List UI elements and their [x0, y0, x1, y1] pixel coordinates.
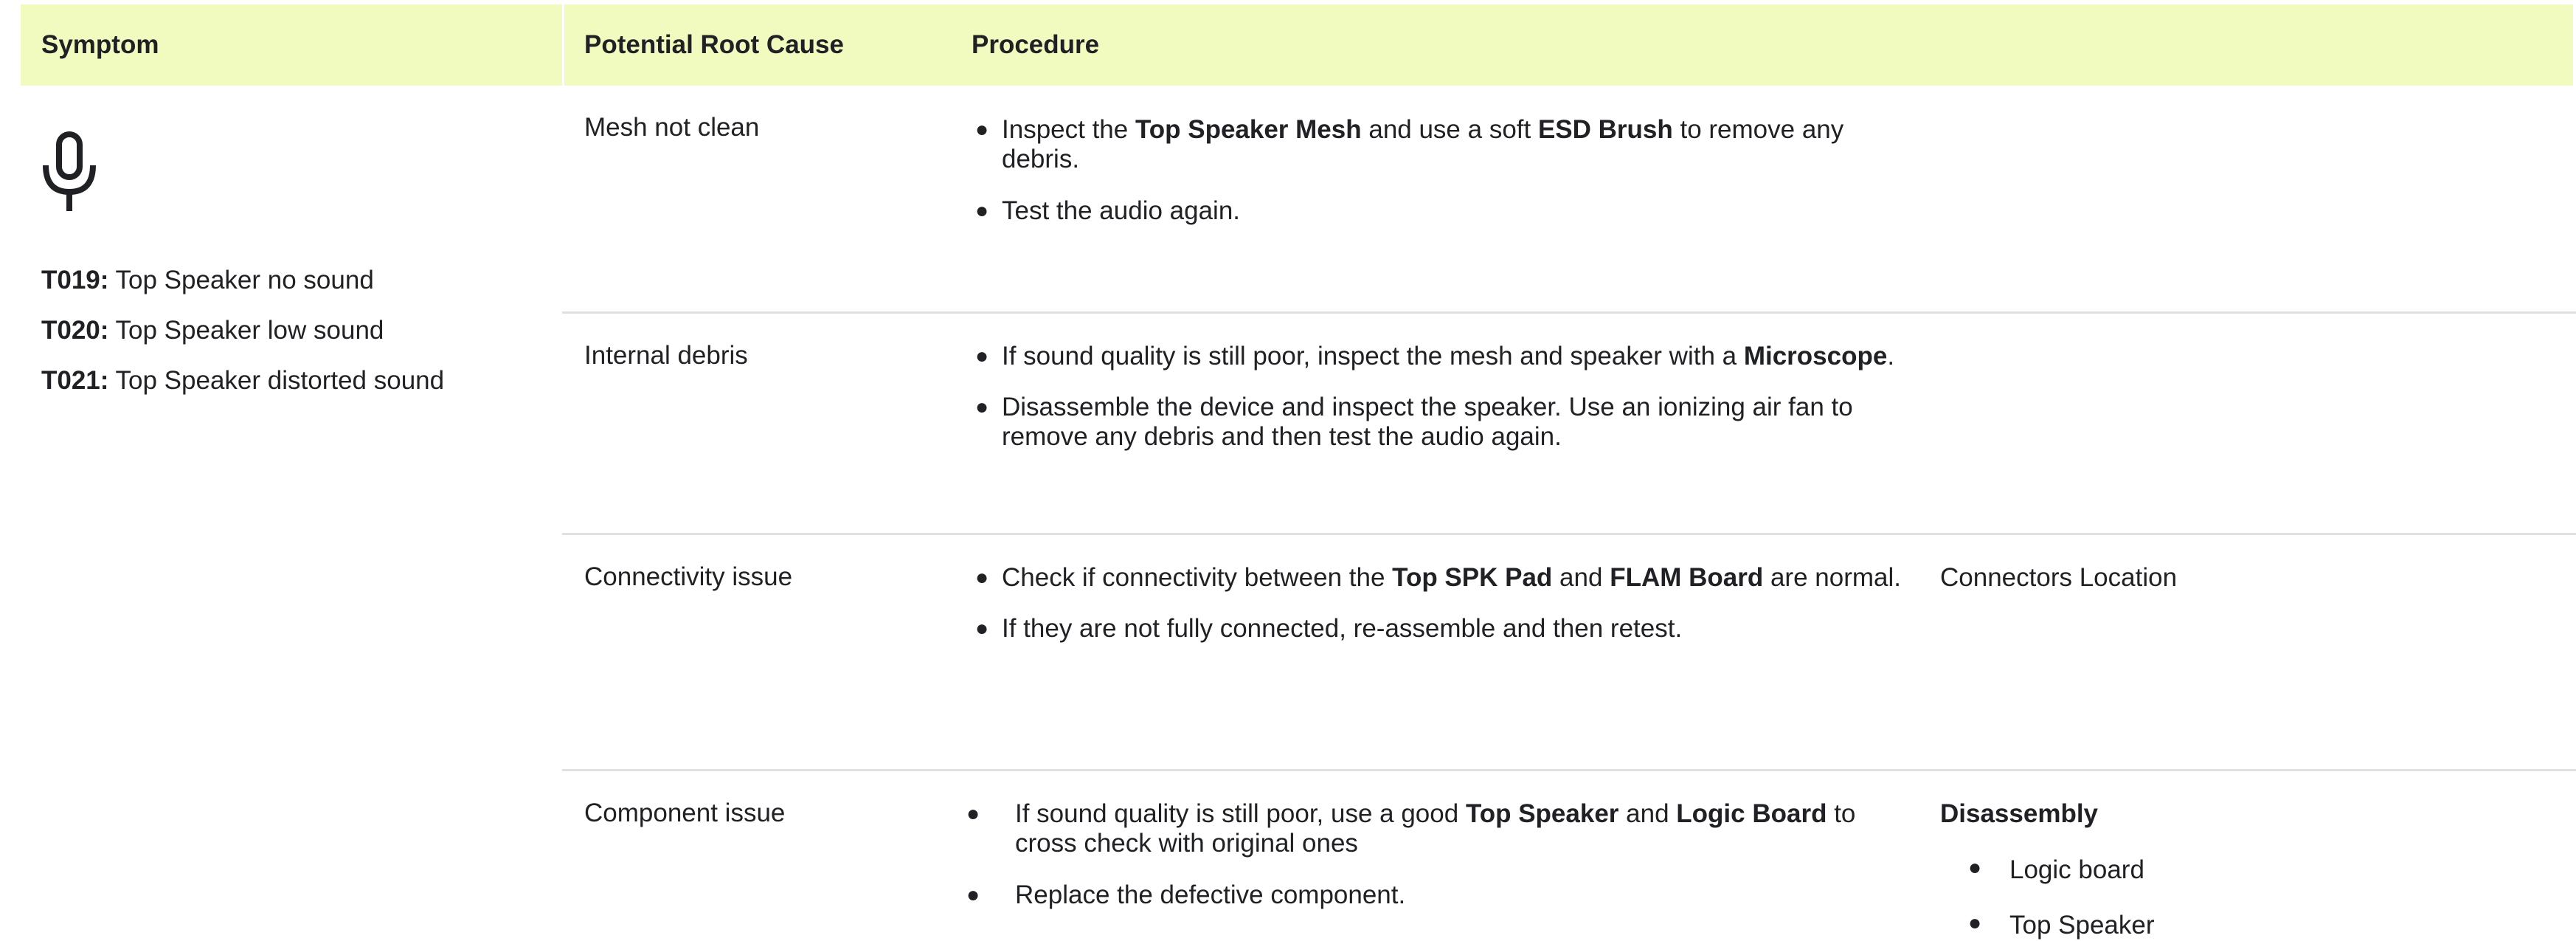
- symptom-code-line: T019: Top Speaker no sound: [41, 266, 374, 295]
- bullet: ●: [975, 395, 989, 419]
- root-cause-text: Connectivity issue: [584, 562, 793, 591]
- text-run: Disassemble the device and inspect the s…: [1002, 393, 1853, 421]
- symptom-text: Top Speaker no sound: [108, 266, 374, 294]
- procedure-step: ● Test the audio again.: [975, 196, 1739, 226]
- procedure-step: ● If sound quality is still poor, inspec…: [975, 342, 1894, 371]
- root-cause-text: Component issue: [584, 799, 786, 827]
- procedure-line: If sound quality is still poor, inspect …: [1002, 342, 1894, 370]
- table-header: Symptom Potential Root Cause Procedure: [21, 4, 2573, 86]
- text-run: and use a soft: [1361, 115, 1538, 144]
- text-run: to: [1827, 799, 1856, 828]
- procedure-step: ● Inspect the Top Speaker Mesh and use a…: [975, 115, 1843, 174]
- text-run: are normal.: [1763, 563, 1901, 592]
- procedure-line: If sound quality is still poor, use a go…: [1015, 799, 1855, 828]
- symptom-text: Top Speaker distorted sound: [108, 366, 445, 395]
- text-run: Replace the defective component.: [1015, 880, 1406, 909]
- bullet: ●: [975, 199, 989, 223]
- disassembly-item-label: Logic board: [2009, 855, 2144, 884]
- symptom-code: T020:: [41, 316, 109, 345]
- symptom-code: T021:: [41, 366, 109, 395]
- procedure-line: cross check with original ones: [1015, 829, 1358, 858]
- procedure-line: debris.: [1002, 145, 1080, 173]
- bullet: ●: [966, 883, 980, 907]
- text-run: Inspect the: [1002, 115, 1135, 144]
- bold-term: ESD Brush: [1537, 115, 1673, 144]
- table-row: Mesh not clean ● Inspect the Top Speaker…: [562, 86, 2576, 311]
- text-run: If sound quality is still poor, use a go…: [1015, 799, 1466, 828]
- connectors-location-label: Connectors Location: [1940, 563, 2178, 592]
- header-procedure: Procedure: [972, 30, 1100, 59]
- bold-term: Logic Board: [1676, 799, 1827, 828]
- root-cause-text: Mesh not clean: [584, 113, 760, 142]
- root-cause-text: Internal debris: [584, 341, 748, 370]
- bold-term: Top SPK Pad: [1392, 563, 1553, 592]
- table-row: Internal debris ● If sound quality is st…: [562, 314, 2576, 533]
- procedure-line: Disassemble the device and inspect the s…: [1002, 393, 1853, 421]
- bullet: ●: [975, 344, 989, 368]
- procedure-step: ● If they are not fully connected, re-as…: [975, 614, 1739, 644]
- procedure-step: ● Disassemble the device and inspect the…: [975, 393, 1853, 452]
- bold-term: FLAM Board: [1610, 563, 1764, 592]
- text-run: Check if connectivity between the: [1002, 563, 1393, 592]
- procedure-line: Replace the defective component.: [1015, 880, 1405, 909]
- procedure-line: Test the audio again.: [1002, 196, 1240, 225]
- header-divider: [562, 4, 564, 86]
- microphone-icon: [43, 131, 96, 211]
- procedure-step: ● Check if connectivity between the Top …: [975, 563, 1901, 593]
- table-row: Connectivity issue ● Check if connectivi…: [562, 535, 2576, 769]
- symptom-code: T019:: [41, 266, 109, 294]
- text-run: and: [1618, 799, 1677, 828]
- symptom-text: Top Speaker low sound: [108, 316, 384, 345]
- disassembly-link-logic-board[interactable]: ● Logic board: [1968, 855, 2144, 885]
- procedure-line: Inspect the Top Speaker Mesh and use a s…: [1002, 115, 1843, 144]
- procedure-step: ● If sound quality is still poor, use a …: [966, 799, 1855, 858]
- text-run: Test the audio again.: [1002, 196, 1241, 225]
- bold-term: Top Speaker Mesh: [1135, 115, 1362, 144]
- symptom-code-line: T020: Top Speaker low sound: [41, 316, 384, 345]
- header-root-cause: Potential Root Cause: [584, 30, 844, 59]
- header-symptom: Symptom: [41, 30, 159, 59]
- text-run: and: [1552, 563, 1610, 592]
- bullet: ●: [966, 802, 980, 826]
- bold-term: Top Speaker: [1465, 799, 1619, 828]
- disassembly-link-top-speaker[interactable]: ● Top Speaker: [1968, 911, 2155, 940]
- procedure-step: ● Replace the defective component.: [966, 880, 1753, 910]
- bullet: ●: [1968, 911, 1982, 935]
- bold-term: Microscope: [1743, 342, 1888, 370]
- procedure-line: If they are not fully connected, re-asse…: [1002, 614, 1682, 643]
- disassembly-item-label: Top Speaker: [2009, 911, 2155, 940]
- symptom-cell: T019: Top Speaker no sound T020: Top Spe…: [21, 86, 562, 941]
- text-run: .: [1887, 342, 1895, 370]
- bullet: ●: [975, 616, 989, 641]
- bullet: ●: [975, 117, 989, 142]
- text-run: to remove any: [1672, 115, 1844, 144]
- bullet: ●: [1968, 855, 1982, 880]
- text-run: If sound quality is still poor, inspect …: [1002, 342, 1744, 370]
- table-row: Component issue ● If sound quality is st…: [562, 771, 2576, 941]
- bullet: ●: [975, 565, 989, 590]
- text-run: If they are not fully connected, re-asse…: [1002, 614, 1683, 643]
- disassembly-label: Disassembly: [1940, 799, 2099, 828]
- procedure-line: remove any debris and then test the audi…: [1002, 422, 1562, 451]
- symptom-code-line: T021: Top Speaker distorted sound: [41, 366, 444, 396]
- procedure-line: Check if connectivity between the Top SP…: [1002, 563, 1901, 592]
